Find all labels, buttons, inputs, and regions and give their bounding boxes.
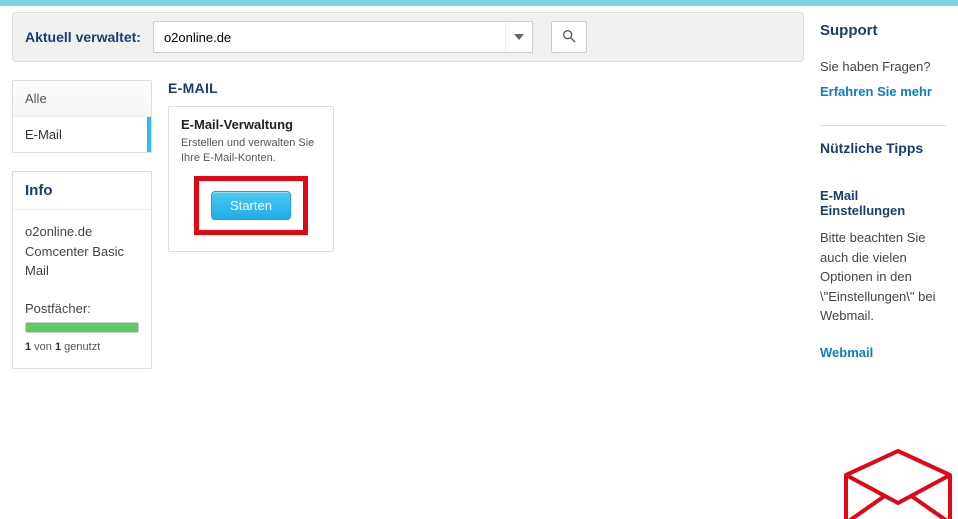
postfach-usage: 1 von 1 genutzt	[25, 339, 139, 356]
highlight-frame: Starten	[194, 176, 308, 235]
info-domain: o2online.de	[25, 222, 139, 242]
header-label: Aktuell verwaltet:	[25, 29, 141, 45]
tips-subheading: E-Mail Einstellungen	[820, 188, 946, 218]
postfach-progress-fill	[26, 323, 138, 332]
search-icon	[561, 28, 577, 47]
tab-email[interactable]: E-Mail	[13, 117, 151, 152]
search-button[interactable]	[551, 21, 587, 53]
postfach-label: Postfächer:	[25, 299, 139, 319]
domain-dropdown-toggle[interactable]	[505, 21, 533, 53]
domain-input[interactable]	[153, 21, 505, 53]
domain-selector[interactable]	[153, 21, 533, 53]
support-heading: Support	[820, 22, 946, 39]
category-tabs: Alle E-Mail	[12, 80, 152, 153]
info-plan: Comcenter Basic Mail	[25, 242, 139, 281]
envelope-icon	[838, 447, 958, 519]
info-heading: Info	[13, 172, 151, 210]
webmail-link[interactable]: Webmail	[820, 344, 873, 363]
tips-heading: Nützliche Tipps	[820, 140, 946, 156]
chevron-down-icon	[514, 34, 524, 40]
postfach-progress	[25, 322, 139, 333]
tips-text: Bitte beachten Sie auch die vielen Optio…	[820, 228, 946, 326]
email-management-card: E-Mail-Verwaltung Erstellen und verwalte…	[168, 106, 334, 252]
support-learn-more-link[interactable]: Erfahren Sie mehr	[820, 83, 932, 102]
header-bar: Aktuell verwaltet:	[12, 12, 804, 62]
info-panel: Info o2online.de Comcenter Basic Mail Po…	[12, 171, 152, 369]
card-title: E-Mail-Verwaltung	[181, 117, 321, 132]
support-question: Sie haben Fragen?	[820, 57, 946, 77]
section-title-email: E-MAIL	[168, 80, 804, 96]
tab-alle[interactable]: Alle	[13, 81, 151, 117]
start-button[interactable]: Starten	[211, 191, 291, 220]
card-description: Erstellen und verwalten Sie Ihre E-Mail-…	[181, 136, 321, 166]
